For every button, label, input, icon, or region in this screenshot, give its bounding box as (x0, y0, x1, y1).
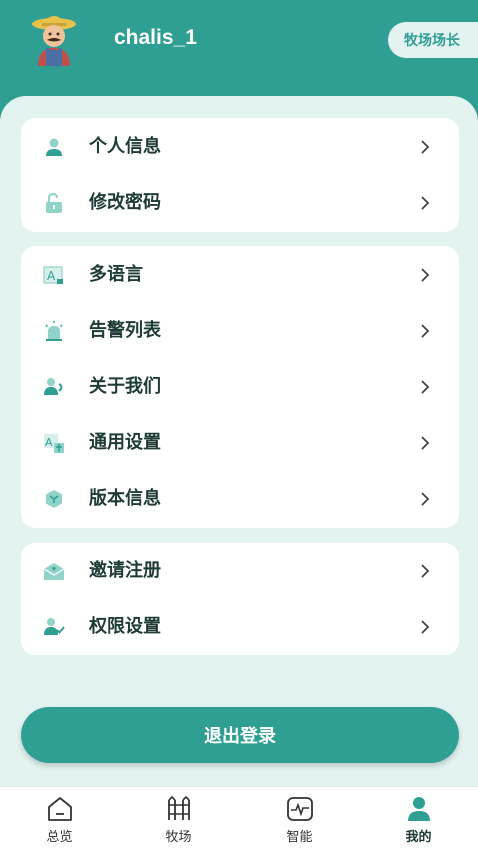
menu-item-label: 关于我们 (89, 376, 161, 397)
menu-item-version-info[interactable]: 版本信息 (21, 471, 459, 527)
svg-text:A: A (45, 436, 53, 449)
tab-smart[interactable]: 智能 (240, 787, 359, 850)
home-icon (48, 797, 72, 821)
tab-mine[interactable]: 我的 (359, 787, 478, 850)
menu-item-label: 通用设置 (89, 432, 161, 453)
svg-text:A: A (47, 269, 56, 283)
tab-overview[interactable]: 总览 (0, 787, 119, 850)
chevron-right-icon (421, 380, 430, 394)
version-box-icon (46, 490, 62, 508)
menu-item-label: 告警列表 (89, 320, 161, 341)
chevron-right-icon (421, 620, 430, 634)
username: chalis_1 (114, 26, 197, 49)
menu-item-alarm-list[interactable]: 告警列表 (21, 303, 459, 359)
chevron-right-icon (421, 196, 430, 210)
menu-item-label: 邀请注册 (89, 560, 161, 581)
tab-label: 我的 (405, 830, 432, 845)
menu-item-about-us[interactable]: 关于我们 (21, 359, 459, 415)
alarm-light-icon (45, 321, 63, 341)
menu-item-general-settings[interactable]: A 通用设置 (21, 415, 459, 471)
menu-card-account: 个人信息 修改密码 (21, 118, 459, 232)
chevron-right-icon (421, 564, 430, 578)
tab-label: 牧场 (165, 830, 192, 845)
menu-item-permission-settings[interactable]: 权限设置 (21, 599, 459, 655)
tab-label: 总览 (46, 830, 73, 845)
menu-item-label: 版本信息 (89, 488, 161, 509)
menu-item-label: 个人信息 (89, 136, 161, 157)
bottom-tab-bar: 总览 牧场 智能 我的 (0, 786, 478, 850)
menu-card-settings: A 多语言 告警列表 关于我们 A 通用设置 版本信息 (21, 246, 459, 528)
menu-card-admin: 邀请注册 权限设置 (21, 543, 459, 655)
chevron-right-icon (421, 324, 430, 338)
menu-item-change-password[interactable]: 修改密码 (21, 175, 459, 231)
chevron-right-icon (421, 268, 430, 282)
invite-mail-icon (43, 563, 65, 580)
chevron-right-icon (421, 492, 430, 506)
person-icon (46, 138, 62, 156)
farmer-avatar[interactable] (30, 12, 78, 66)
menu-item-profile-info[interactable]: 个人信息 (21, 119, 459, 175)
menu-item-label: 修改密码 (89, 192, 161, 213)
about-icon (44, 378, 63, 395)
language-icon: A (43, 266, 63, 284)
pulse-icon (287, 797, 313, 821)
user-icon (408, 797, 430, 821)
unlock-icon (46, 192, 62, 213)
tab-label: 智能 (286, 830, 313, 845)
chevron-right-icon (421, 436, 430, 450)
menu-item-label: 权限设置 (89, 616, 161, 637)
logout-button[interactable]: 退出登录 (21, 707, 459, 763)
role-badge: 牧场场长 (388, 22, 478, 58)
menu-item-language[interactable]: A 多语言 (21, 247, 459, 303)
chevron-right-icon (421, 140, 430, 154)
menu-item-invite-register[interactable]: 邀请注册 (21, 543, 459, 599)
menu-panel: 个人信息 修改密码 A 多语言 告警列表 关于我们 A 通用设置 版本信息 邀请… (0, 96, 478, 786)
settings-translate-icon: A (44, 434, 64, 453)
tab-ranch[interactable]: 牧场 (119, 787, 238, 850)
menu-item-label: 多语言 (89, 264, 143, 285)
user-check-icon (44, 618, 65, 635)
ranch-icon (168, 795, 190, 820)
